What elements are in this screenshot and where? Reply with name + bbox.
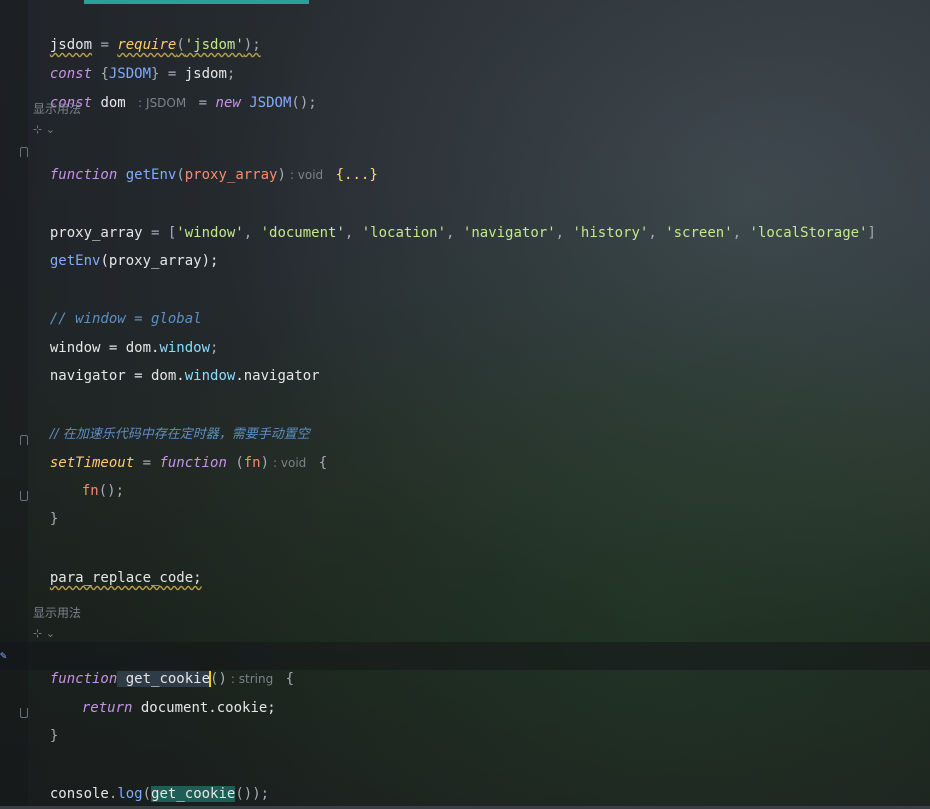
token-dom: dom [92, 95, 135, 111]
token-document-cookie: document.cookie; [132, 700, 276, 716]
code-line-11[interactable]: window = dom.window; [33, 315, 219, 356]
token-dom: = dom. [125, 368, 185, 384]
show-usages-link[interactable]: 显示用法 [33, 100, 81, 118]
token-brace: } [49, 728, 59, 744]
token-new: new [215, 95, 241, 111]
type-inlay-hint: : void [273, 456, 307, 470]
token-args: (proxy_array); [100, 253, 219, 269]
token-op: = [190, 95, 216, 111]
token-sep: , [648, 225, 666, 241]
token-console: console [49, 786, 109, 802]
token-getEnv: getEnv [49, 253, 101, 269]
type-inlay-hint: : void [289, 168, 324, 182]
token-paren: ) [277, 167, 286, 183]
token-paren: ( [142, 786, 152, 802]
show-usages-link[interactable]: 显示用法 [33, 604, 81, 622]
fold-end-icon[interactable] [20, 491, 28, 501]
token-navigator: navigator [49, 368, 126, 384]
token-brace: { [318, 455, 328, 471]
code-line-15[interactable]: setTimeout = function (fn): void { [33, 430, 327, 471]
token-brace: } [49, 511, 59, 527]
code-line-19[interactable]: para_replace_code; [33, 545, 202, 586]
token-sep: , [446, 225, 463, 241]
token-function: function [49, 167, 118, 183]
token-JSDOM: JSDOM [240, 95, 292, 111]
fold-toggle-icon[interactable] [20, 147, 28, 157]
token-brace: { [285, 671, 295, 687]
usage-dropdown-icon[interactable]: ⊹ ⌄ [33, 122, 55, 138]
token-sep: , [243, 225, 261, 241]
token-return: return [81, 700, 133, 716]
token-getEnv: getEnv [117, 167, 177, 183]
token-prop: window [184, 368, 236, 384]
code-line-21[interactable]: function get_cookie(): string { [33, 646, 294, 687]
function-gutter-icon[interactable]: ✎ [0, 650, 10, 662]
token-param: proxy_array [184, 167, 278, 183]
token-sep: , [555, 225, 573, 241]
fold-toggle-icon[interactable] [20, 435, 28, 445]
code-line-2[interactable]: const {JSDOM} = jsdom; [33, 41, 235, 82]
code-line-7[interactable]: proxy_array = ['window', 'document', 'lo… [33, 200, 876, 241]
type-inlay-hint: : JSDOM [138, 96, 187, 110]
token-string: 'screen' [665, 225, 733, 241]
code-line-12[interactable]: navigator = dom.window.navigator [33, 343, 320, 384]
token-function: function [159, 455, 227, 471]
token-para-replace-code: para_replace_code; [49, 570, 202, 586]
code-line-5[interactable]: function getEnv(proxy_array): void {...} [33, 142, 378, 183]
token-end: ] [867, 225, 876, 241]
code-line-10[interactable]: // window = global [33, 286, 202, 327]
token-fn: fn [81, 483, 99, 499]
token-paren: ( [226, 455, 244, 471]
code-line-25[interactable]: console.log(get_cookie()); [33, 761, 269, 802]
token-end: (); [291, 95, 317, 111]
token-paren: ( [176, 167, 185, 183]
token-sep: , [732, 225, 750, 241]
fold-end-icon[interactable] [20, 708, 28, 718]
token-get-cookie-usage: get_cookie [151, 786, 236, 802]
token-paren: ) [260, 455, 270, 471]
token-string: 'location' [361, 225, 447, 241]
token-call: (); [98, 483, 125, 499]
code-line-16[interactable]: fn(); [65, 458, 124, 499]
code-line-23[interactable]: } [33, 703, 58, 744]
token-string: 'navigator' [462, 225, 556, 241]
token-op: = [134, 455, 160, 471]
token-end: ()); [235, 786, 270, 802]
token-prop-navigator: .navigator [235, 368, 320, 384]
editor-gutter[interactable] [0, 0, 28, 809]
active-tab-indicator [84, 0, 309, 4]
usage-dropdown-icon[interactable]: ⊹ ⌄ [33, 626, 55, 642]
token-string: 'document' [260, 225, 345, 241]
token-log: log [117, 786, 143, 802]
token-end: ); [243, 37, 261, 53]
code-line-17[interactable]: } [33, 486, 58, 527]
folded-block[interactable]: {...} [336, 167, 378, 183]
code-line-3[interactable]: const dom : JSDOM = new JSDOM(); [33, 70, 317, 111]
token-string: 'history' [572, 225, 649, 241]
token-string: 'localStorage' [749, 225, 868, 241]
code-line-8[interactable]: getEnv(proxy_array); [33, 228, 219, 269]
code-line-22[interactable]: return document.cookie; [65, 675, 276, 716]
code-line-14[interactable]: // 在加速乐代码中存在定时器，需要手动置空 [33, 401, 310, 442]
code-line-1[interactable]: jsdom = require('jsdom'); [33, 12, 261, 53]
token-sep: , [344, 225, 362, 241]
token-param: fn [243, 455, 261, 471]
